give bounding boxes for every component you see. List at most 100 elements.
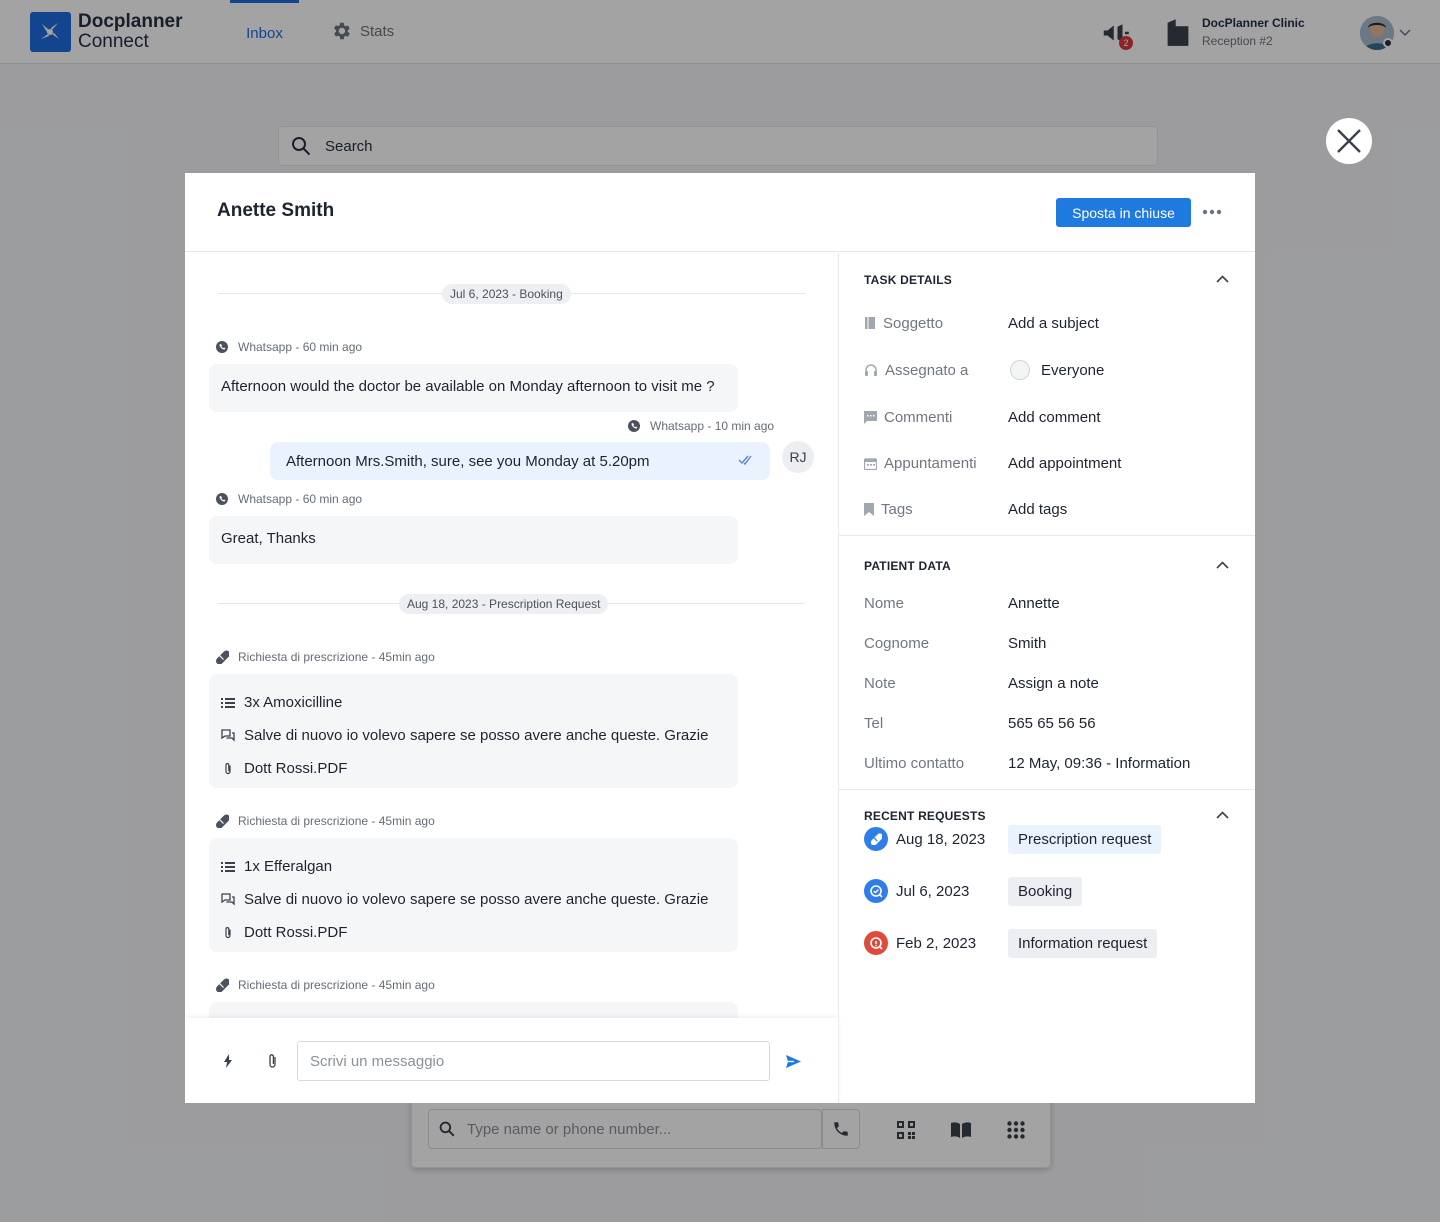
recent-requests-collapse[interactable] [1213, 806, 1231, 824]
task-details-collapse[interactable] [1213, 270, 1231, 288]
prescription-request-card: 3x Amoxicilline Salve di nuovo io volevo… [209, 674, 738, 788]
recent-request-date: Jul 6, 2023 [896, 882, 970, 900]
patient-first-name-row[interactable]: Nome Annette [864, 592, 1234, 614]
chevron-up-icon [1215, 811, 1229, 819]
incoming-message: Afternoon would the doctor be available … [209, 364, 738, 412]
task-subject-row[interactable]: Soggetto Add a subject [864, 312, 1234, 334]
task-comments-row[interactable]: Commenti Add comment [864, 406, 1234, 428]
chat-bubbles-icon [221, 729, 235, 742]
task-label: Soggetto [883, 314, 944, 332]
patient-phone-row[interactable]: Tel 565 65 56 56 [864, 712, 1234, 734]
recent-requests-title: RECENT REQUESTS [864, 809, 986, 823]
bookmark-icon [864, 502, 874, 516]
paperclip-icon [269, 1054, 276, 1068]
prescription-meta-text: Richiesta di prescrizione - 45min ago [238, 650, 435, 664]
task-value: Add comment [1008, 408, 1101, 426]
move-to-closed-button[interactable]: Sposta in chiuse [1056, 198, 1191, 227]
headset-icon [865, 364, 877, 376]
task-label: Appuntamenti [884, 454, 977, 472]
calendar-check-icon [864, 879, 888, 903]
conversation-panel[interactable]: Jul 6, 2023 - Booking Whatsapp - 60 min … [185, 253, 838, 1018]
patient-data-title: PATIENT DATA [864, 559, 951, 573]
details-sidebar: TASK DETAILS Soggetto Add a subject Asse… [839, 253, 1255, 1103]
recent-request-tag[interactable]: Information request [1008, 928, 1158, 958]
message-input[interactable] [297, 1041, 770, 1081]
more-horizontal-icon [1202, 209, 1222, 215]
everyone-avatar-icon [1010, 360, 1030, 380]
chevron-up-icon [1215, 275, 1229, 283]
whatsapp-icon [628, 420, 640, 432]
prescription-drug-row: 1x Efferalgan [221, 850, 726, 883]
prescription-drug: 3x Amoxicilline [244, 694, 343, 711]
patient-last-name-row[interactable]: Cognome Smith [864, 632, 1234, 654]
prescription-attachment-row[interactable]: Dott Rossi.PDF [221, 752, 726, 785]
message-meta-text: Whatsapp - 60 min ago [238, 492, 363, 506]
chat-bubbles-icon [221, 893, 235, 906]
prescription-meta-text: Richiesta di prescrizione - 45min ago [238, 978, 435, 992]
send-message-button[interactable] [782, 1050, 804, 1072]
info-chat-icon [864, 931, 888, 955]
prescription-file: Dott Rossi.PDF [244, 924, 348, 941]
task-value: Add appointment [1008, 454, 1122, 472]
task-value: Add tags [1008, 500, 1068, 518]
task-appointments-row[interactable]: Appuntamenti Add appointment [864, 452, 1234, 474]
pill-icon [215, 650, 229, 664]
patient-label: Tel [864, 714, 884, 732]
incoming-message: Great, Thanks [209, 516, 738, 564]
task-tags-row[interactable]: Tags Add tags [864, 498, 1234, 520]
patient-value: Smith [1008, 634, 1047, 652]
task-label: Tags [881, 500, 913, 518]
patient-last-contact-row[interactable]: Ultimo contatto 12 May, 09:36 - Informat… [864, 752, 1234, 774]
message-text: Afternoon would the doctor be available … [221, 378, 715, 395]
recent-request-tag[interactable]: Prescription request [1008, 824, 1162, 854]
prescription-meta: Richiesta di prescrizione - 45min ago [215, 978, 435, 992]
message-text: Afternoon Mrs.Smith, sure, see you Monda… [286, 452, 650, 470]
section-divider [839, 789, 1255, 790]
prescription-note: Salve di nuovo io volevo sapere se posso… [244, 727, 709, 744]
patient-note-row[interactable]: Note Assign a note [864, 672, 1234, 694]
prescription-meta-text: Richiesta di prescrizione - 45min ago [238, 814, 435, 828]
patient-label: Nome [864, 594, 905, 612]
prescription-request-card [209, 1002, 738, 1018]
task-details-title: TASK DETAILS [864, 273, 952, 287]
prescription-meta: Richiesta di prescrizione - 45min ago [215, 814, 435, 828]
patient-label: Ultimo contatto [864, 754, 965, 772]
recent-request-tag[interactable]: Booking [1008, 876, 1083, 906]
paperclip-icon [225, 926, 231, 938]
patient-data-collapse[interactable] [1213, 556, 1231, 574]
prescription-attachment-row[interactable]: Dott Rossi.PDF [221, 916, 726, 949]
quick-replies-button[interactable] [217, 1050, 239, 1072]
pill-icon [864, 827, 888, 851]
list-icon [221, 697, 235, 708]
whatsapp-icon [216, 341, 228, 353]
task-value: Everyone [1041, 361, 1105, 379]
recent-request-item[interactable]: Jul 6, 2023 Booking [864, 876, 1234, 906]
patient-label: Cognome [864, 634, 930, 652]
attach-file-button[interactable] [262, 1050, 284, 1072]
message-meta-text: Whatsapp - 10 min ago [650, 419, 775, 433]
patient-value: Annette [1008, 594, 1060, 612]
outgoing-message: Afternoon Mrs.Smith, sure, see you Monda… [270, 442, 770, 480]
task-assignee-row[interactable]: Assegnato a Everyone [864, 359, 1234, 381]
book-icon [865, 317, 875, 329]
lightning-icon [224, 1054, 232, 1068]
task-label: Commenti [884, 408, 953, 426]
patient-value: Assign a note [1008, 674, 1099, 692]
close-icon [1337, 129, 1361, 153]
conversation-modal: Anette Smith Sposta in chiuse Jul 6, 202… [185, 173, 1255, 1103]
patient-label: Note [864, 674, 896, 692]
recent-request-date: Aug 18, 2023 [896, 830, 986, 848]
comment-icon [864, 410, 877, 424]
send-icon [785, 1054, 801, 1068]
date-separator-label: Jul 6, 2023 - Booking [442, 284, 571, 304]
patient-value: 12 May, 09:36 - Information [1008, 754, 1191, 772]
task-value: Add a subject [1008, 314, 1099, 332]
more-options-button[interactable] [1199, 199, 1225, 225]
message-text: Great, Thanks [221, 530, 316, 547]
close-modal-button[interactable] [1326, 118, 1372, 164]
message-meta-text: Whatsapp - 60 min ago [238, 340, 363, 354]
recent-request-item[interactable]: Feb 2, 2023 Information request [864, 928, 1234, 958]
prescription-note: Salve di nuovo io volevo sapere se posso… [244, 891, 709, 908]
recent-request-item[interactable]: Aug 18, 2023 Prescription request [864, 824, 1234, 854]
message-meta: Whatsapp - 10 min ago [627, 419, 774, 433]
